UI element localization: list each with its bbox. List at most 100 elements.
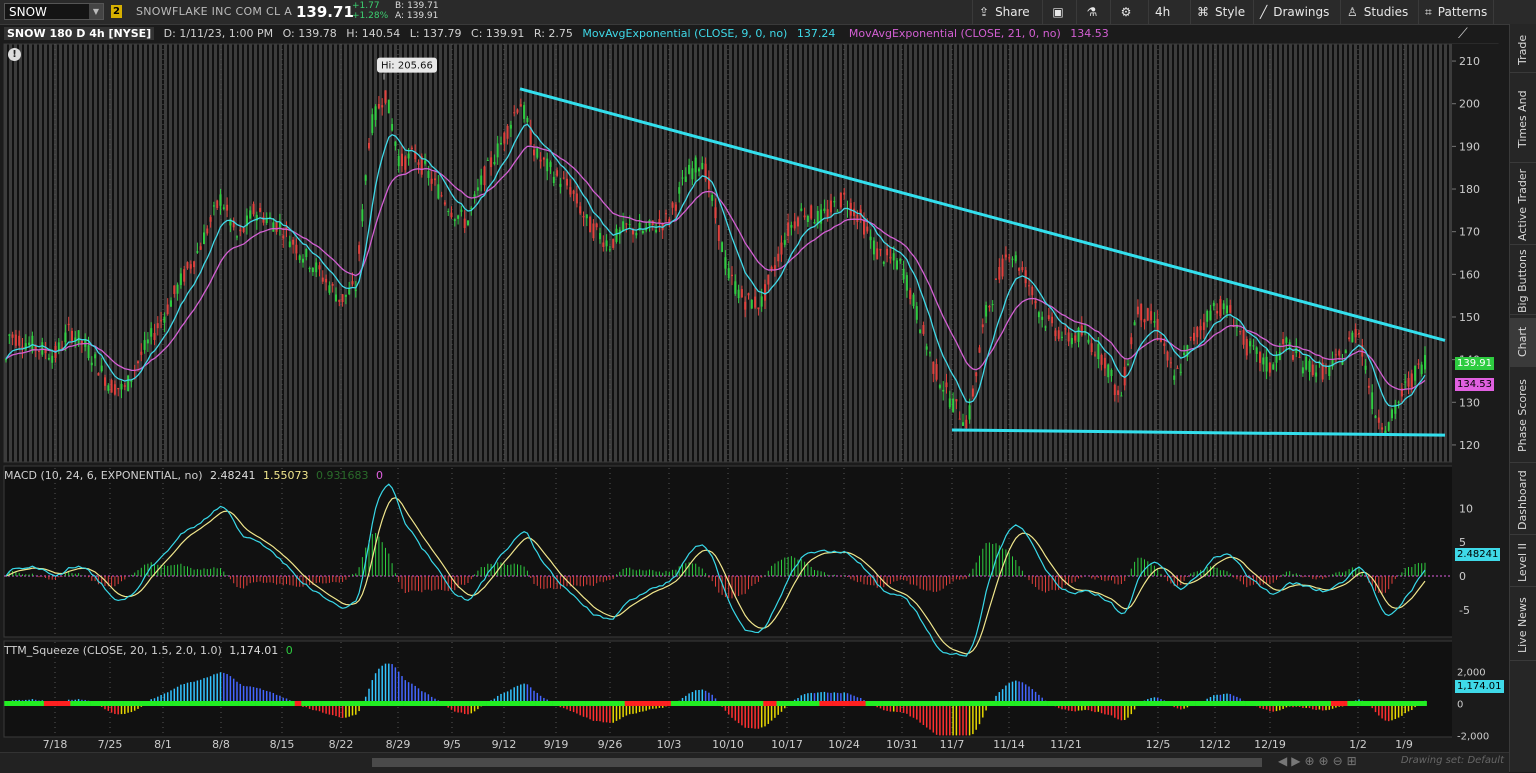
- session-shade: [129, 44, 132, 462]
- session-shade: [1029, 44, 1032, 462]
- session-shade: [1279, 44, 1282, 462]
- squeeze-dot: [783, 700, 787, 706]
- next-icon[interactable]: ▶: [1291, 754, 1304, 768]
- session-shade: [269, 44, 272, 462]
- candle-body: [810, 205, 813, 219]
- session-shade: [74, 44, 77, 462]
- squeeze-dot: [27, 700, 31, 706]
- zoom-fit-icon[interactable]: ⊞: [1347, 754, 1361, 768]
- candle-body: [948, 398, 951, 408]
- squeeze-dot: [156, 700, 160, 706]
- squeeze-dot: [40, 700, 45, 706]
- session-shade: [839, 44, 842, 462]
- sidebar-tab-dashboard[interactable]: Dashboard: [1510, 466, 1536, 535]
- squeeze-dot: [1297, 700, 1302, 706]
- squeeze-dot: [479, 700, 484, 706]
- squeeze-dot: [981, 700, 985, 706]
- squeeze-dot: [251, 700, 256, 706]
- session-shade: [664, 44, 667, 462]
- crosshair-icon[interactable]: ⊕: [1304, 754, 1318, 768]
- chart-canvas[interactable]: Hi: 205.66 12013014015016017018019020021…: [0, 0, 1509, 752]
- candle-body: [110, 380, 113, 393]
- candle-body: [226, 204, 229, 211]
- macd-title[interactable]: MACD (10, 24, 6, EXPONENTIAL, no): [4, 469, 203, 482]
- scroll-thumb[interactable]: [372, 758, 1262, 767]
- session-shade: [214, 44, 217, 462]
- session-shade: [1219, 44, 1222, 462]
- candle-body: [1107, 364, 1110, 378]
- sidebar-tab-big-buttons[interactable]: Big Buttons: [1510, 248, 1536, 315]
- candle-body: [311, 267, 314, 273]
- squeeze-dot: [631, 700, 635, 706]
- squeeze-dot: [680, 700, 685, 706]
- sidebar-tab-active-trader[interactable]: Active Trader: [1510, 166, 1536, 245]
- candle-body: [391, 123, 394, 131]
- squeeze-dot: [482, 700, 487, 706]
- squeeze-dot: [571, 700, 576, 706]
- candle-body: [717, 225, 720, 241]
- sidebar-tab-level-ii[interactable]: Level II: [1510, 538, 1536, 587]
- session-shade: [484, 44, 487, 462]
- squeeze-dot: [459, 700, 464, 706]
- prev-icon[interactable]: ◀: [1278, 754, 1291, 768]
- x-tick-label: 8/15: [270, 738, 295, 751]
- squeeze-dot: [133, 700, 137, 706]
- sidebar-tab-trade[interactable]: Trade: [1510, 28, 1536, 73]
- squeeze-dot: [984, 700, 988, 706]
- squeeze-dot: [436, 700, 441, 706]
- squeeze-dot: [1238, 700, 1243, 706]
- zoom-in-icon[interactable]: ⊕: [1319, 754, 1333, 768]
- sidebar-tab-phase-scores[interactable]: Phase Scores: [1510, 370, 1536, 463]
- session-shade: [549, 44, 552, 462]
- candle-body: [1100, 354, 1103, 365]
- squeeze-dot: [288, 700, 292, 706]
- candle-body: [146, 339, 149, 344]
- squeeze-dot: [185, 700, 190, 706]
- candle-body: [476, 187, 479, 191]
- squeeze-dot: [90, 700, 94, 706]
- candle-body: [1391, 409, 1393, 419]
- squeeze-dot: [47, 700, 51, 706]
- squeeze-dot: [20, 700, 25, 706]
- sidebar-tab-chart[interactable]: Chart: [1510, 318, 1536, 367]
- squeeze-dot: [532, 700, 536, 706]
- squeeze-title[interactable]: TTM_Squeeze (CLOSE, 20, 1.5, 2.0, 1.0): [4, 644, 222, 657]
- squeeze-dot: [377, 700, 381, 706]
- zoom-controls[interactable]: ◀▶⊕⊕⊖⊞: [1278, 754, 1361, 768]
- session-shade: [769, 44, 772, 462]
- session-shade: [469, 44, 472, 462]
- squeeze-dot: [855, 700, 860, 706]
- squeeze-dot: [835, 700, 840, 706]
- alert-icon[interactable]: !: [8, 48, 21, 61]
- session-shade: [419, 44, 422, 462]
- sidebar-tab-times-and-sales[interactable]: Times And Sales: [1510, 76, 1536, 163]
- x-tick-label: 12/12: [1199, 738, 1231, 751]
- sidebar-tab-live-news[interactable]: Live News: [1510, 590, 1536, 661]
- candle-body: [460, 209, 463, 212]
- drawing-set-label[interactable]: Drawing set: Default: [1401, 755, 1504, 766]
- squeeze-dot: [492, 700, 497, 706]
- squeeze-dot: [83, 700, 88, 706]
- candle-body: [1275, 354, 1278, 363]
- session-shade: [369, 44, 372, 462]
- candle-body: [1113, 384, 1116, 396]
- squeeze-dot: [641, 700, 645, 706]
- squeeze-dot: [433, 700, 437, 706]
- squeeze-dot: [1192, 700, 1196, 706]
- draw-tool-icon[interactable]: ⟋: [1458, 26, 1468, 42]
- squeeze-dot: [179, 700, 183, 706]
- candle-body: [1374, 416, 1377, 418]
- candle-body: [1259, 352, 1261, 363]
- session-shade: [624, 44, 627, 462]
- zoom-out-icon[interactable]: ⊖: [1333, 754, 1347, 768]
- x-tick-label: 10/24: [828, 738, 860, 751]
- candle-body: [1262, 357, 1265, 365]
- squeeze-dot: [1198, 700, 1203, 706]
- session-shade: [1304, 44, 1307, 462]
- candle-body: [605, 240, 608, 247]
- squeeze-dot: [1024, 700, 1028, 706]
- squeeze-dot: [944, 700, 949, 706]
- squeeze-dot: [1347, 700, 1351, 706]
- session-shade: [1439, 44, 1442, 462]
- squeeze-dot: [928, 700, 932, 706]
